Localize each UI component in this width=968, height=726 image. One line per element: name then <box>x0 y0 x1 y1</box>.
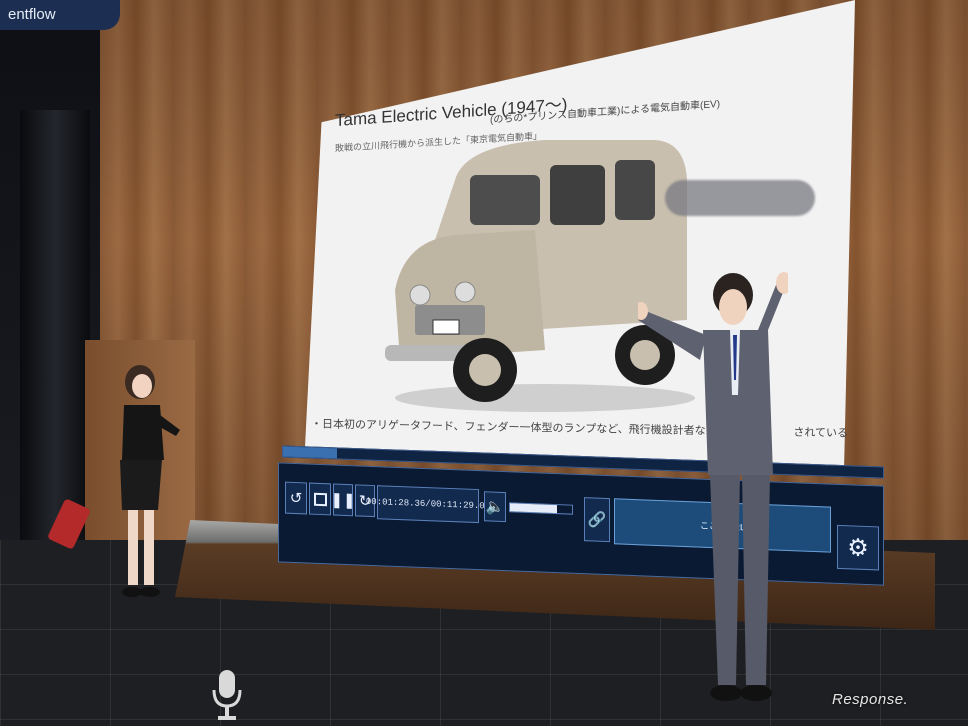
backdrop-pillar <box>20 110 90 550</box>
microphone-icon <box>212 670 242 720</box>
response-watermark: Response. <box>832 691 909 708</box>
rewind-icon: ↺ <box>289 489 303 508</box>
settings-button[interactable]: ⚙ <box>837 524 879 571</box>
brand-tab[interactable]: entflow <box>0 0 120 30</box>
volume-slider[interactable] <box>509 502 573 515</box>
volume-level <box>510 503 557 514</box>
vr-event-scene: entflow Tama Electric Vehicle (1947〜) 敗戦… <box>0 0 968 726</box>
volume-button[interactable]: 🔈 <box>484 491 506 523</box>
gear-icon: ⚙ <box>847 533 869 562</box>
stop-button[interactable] <box>309 482 331 516</box>
link-button[interactable]: 🔗 <box>584 497 610 543</box>
female-avatar <box>120 365 180 597</box>
seek-progress <box>283 446 337 459</box>
stop-icon <box>313 492 327 506</box>
timecode-display: 00:01:28.36/00:11:29.06 <box>366 485 490 524</box>
link-icon: 🔗 <box>587 511 607 529</box>
pause-button[interactable]: ❚❚ <box>330 483 356 517</box>
redacted-overlay <box>665 180 815 216</box>
media-player-controls: ↺ ❚❚ ↻ 00:01:28.36/00:11:29.06 🔈 🔗 こ <box>278 445 886 586</box>
speaker-icon: 🔈 <box>485 498 505 517</box>
male-avatar <box>638 272 788 701</box>
brand-label: entflow <box>8 6 56 23</box>
control-panel: ↺ ❚❚ ↻ 00:01:28.36/00:11:29.06 🔈 🔗 こ <box>278 462 884 586</box>
microphone-button[interactable] <box>210 668 244 726</box>
pause-icon: ❚❚ <box>330 491 356 510</box>
rewind-button[interactable]: ↺ <box>285 481 307 515</box>
